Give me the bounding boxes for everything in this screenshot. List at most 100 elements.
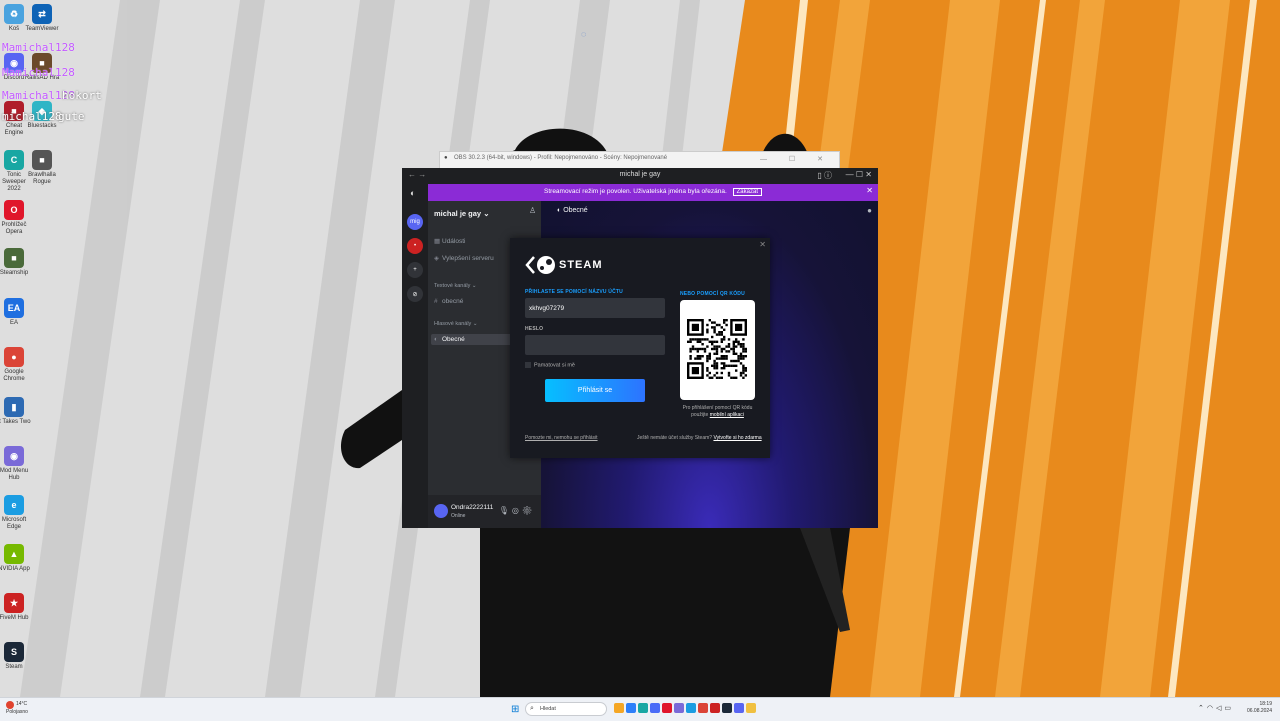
banner-message: Streamovací režim je povolen. Uživatelsk…: [544, 188, 727, 195]
taskbar-app-icon[interactable]: [722, 703, 732, 713]
user-controls[interactable]: 🎙◎⚙: [499, 506, 535, 515]
discord-titlebar: ← → michal je gay ▯ ⓘ — ☐ ✕: [402, 168, 878, 184]
taskbar-app-icon[interactable]: [674, 703, 684, 713]
overlay-word: gute: [58, 110, 85, 123]
overlay-username: Mamichal128: [2, 41, 75, 54]
wifi-icon[interactable]: ◠: [1207, 705, 1216, 712]
weather-icon: [6, 701, 14, 709]
taskbar-app-icon[interactable]: [686, 703, 696, 713]
close-icon[interactable]: ✕: [866, 186, 873, 195]
desktop-icon[interactable]: ■ Brawlhalla Rogue: [24, 150, 60, 186]
add-server-icon[interactable]: +: [407, 262, 423, 278]
desktop-icon-label: FiveM Hub: [0, 615, 29, 621]
desktop-icon[interactable]: EA EA: [0, 298, 32, 327]
desktop-icon[interactable]: ■ Steamship: [0, 248, 32, 277]
server-icon-second[interactable]: •: [407, 238, 423, 254]
desktop-icon-label: Mod Menu Hub: [0, 468, 29, 481]
desktop-icon-label: Steam: [5, 664, 23, 670]
steam-login-dialog: ✕ STEAM PŘIHLASTE SE POMOCÍ NÁZVU ÚČTU H…: [510, 238, 770, 458]
desktop-icon-label: Steamship: [0, 270, 29, 276]
streamer-mode-banner: Streamovací režim je povolen. Uživatelsk…: [428, 184, 878, 201]
taskbar-app-icon[interactable]: [638, 703, 648, 713]
overlay-username: michal128: [2, 110, 62, 123]
explore-servers-icon[interactable]: ⊘: [407, 286, 423, 302]
weather-temperature: 14°C: [16, 701, 28, 707]
chevron-up-icon[interactable]: ⌃: [1198, 705, 1207, 712]
taskbar-app-icon[interactable]: [734, 703, 744, 713]
taskbar-app-icon[interactable]: [614, 703, 624, 713]
channel-label: Obecné: [442, 336, 465, 343]
close-icon[interactable]: ✕: [759, 240, 766, 249]
search-placeholder: Hledat: [540, 706, 556, 712]
desktop-icon[interactable]: e Microsoft Edge: [0, 495, 32, 531]
desktop-app-icon: ★: [4, 593, 24, 613]
server-name-header[interactable]: michal je gay ⌄: [434, 209, 489, 218]
desktop-app-icon: ■: [32, 150, 52, 170]
clock[interactable]: 18:19 06.08.2024: [1247, 701, 1272, 715]
desktop-icon[interactable]: ▲ NVIDIA App: [0, 544, 32, 573]
taskbar-app-icon[interactable]: [746, 703, 756, 713]
headphones-icon[interactable]: ◎: [512, 506, 522, 515]
taskbar-app-icon[interactable]: [626, 703, 636, 713]
desktop-icon[interactable]: ★ FiveM Hub: [0, 593, 32, 622]
desktop-icon[interactable]: ◉ Mod Menu Hub: [0, 446, 32, 482]
desktop-icon-label: It Takes Two: [0, 419, 31, 425]
mobile-app-link[interactable]: mobilní aplikaci: [710, 412, 744, 418]
user-status: Online: [451, 513, 466, 519]
user-name: Ondra2222111: [451, 504, 494, 511]
create-account-link[interactable]: Vytvořte si ho zdarma: [713, 435, 761, 441]
desktop-icon-label: Brawlhalla Rogue: [28, 172, 56, 185]
steam-wordmark: STEAM: [559, 259, 603, 271]
desktop-icon-label: Prohlížeč Opera: [1, 222, 27, 235]
obs-app-icon: ●: [444, 155, 448, 161]
system-tray[interactable]: ⌃◠◁▭: [1198, 704, 1234, 712]
server-icon-michal[interactable]: mig: [407, 214, 423, 230]
chat-bubble-icon[interactable]: ●: [867, 206, 872, 215]
desktop-icon[interactable]: S Steam: [0, 642, 32, 671]
desktop-icon[interactable]: O Prohlížeč Opera: [0, 200, 32, 236]
clock-time: 18:19: [1259, 701, 1272, 707]
window-controls[interactable]: — ☐ ✕: [846, 170, 872, 179]
windows-start-icon[interactable]: ⊞: [511, 704, 519, 715]
desktop-icon[interactable]: ● Google Chrome: [0, 347, 32, 383]
desktop-app-icon: ■: [4, 248, 24, 268]
checkbox-box[interactable]: [525, 362, 531, 368]
taskbar-search[interactable]: ⌕ Hledat: [525, 702, 607, 716]
obs-window-title: OBS 30.2.3 (64-bit, windows) - Profil: N…: [454, 155, 668, 161]
taskbar-app-icon[interactable]: [698, 703, 708, 713]
user-icon[interactable]: ♙: [529, 206, 536, 215]
qr-code-label: NEBO POMOCÍ QR KÓDU: [680, 291, 745, 297]
password-input[interactable]: [525, 335, 665, 355]
channel-events[interactable]: ▦ Události: [434, 237, 465, 245]
server-list: ◐ mig • + ⊘: [402, 184, 428, 528]
desktop-app-icon: ◉: [4, 446, 24, 466]
desktop-app-icon: ⇄: [32, 4, 52, 24]
desktop-icon[interactable]: ⇄ TeamViewer: [24, 4, 60, 33]
channel-server-boost[interactable]: ◈ Vylepšení serveru: [434, 254, 494, 262]
qr-help-text: Pro přihlášení pomocí QR kódu použijte m…: [674, 405, 761, 419]
microphone-icon[interactable]: 🎙: [499, 506, 512, 515]
weather-widget[interactable]: 14°C Polojasno: [6, 701, 28, 715]
category-voice-channels[interactable]: Hlasové kanály ⌄: [434, 321, 477, 327]
battery-icon[interactable]: ▭: [1224, 705, 1234, 712]
account-name-input[interactable]: [525, 298, 665, 318]
avatar[interactable]: [434, 504, 448, 518]
obs-window-controls[interactable]: — ☐ ✕: [760, 155, 833, 163]
category-text-channels[interactable]: Textové kanály ⌄: [434, 283, 477, 289]
desktop-icon-label: Microsoft Edge: [1, 517, 27, 530]
taskbar-app-icon[interactable]: [710, 703, 720, 713]
taskbar-app-icon[interactable]: [650, 703, 660, 713]
remember-me-checkbox[interactable]: Pamatovat si mě: [525, 362, 575, 368]
disable-streamer-mode-button[interactable]: Zakázat: [732, 188, 762, 196]
help-cant-sign-in-link[interactable]: Pomozte mi, nemohu se přihlásit: [525, 435, 598, 441]
gear-icon[interactable]: ⚙: [522, 506, 535, 515]
channel-text-general[interactable]: # obecné: [434, 298, 463, 305]
obs-window[interactable]: ● OBS 30.2.3 (64-bit, windows) - Profil:…: [439, 151, 840, 169]
desktop-icon[interactable]: ▮ It Takes Two: [0, 397, 32, 426]
inbox-help-icons[interactable]: ▯ ⓘ: [817, 170, 832, 181]
no-account-label: Ještě nemáte účet služby Steam?: [637, 435, 713, 441]
taskbar-app-icon[interactable]: [662, 703, 672, 713]
discord-logo-icon[interactable]: ◐: [410, 188, 415, 198]
sign-in-button[interactable]: Přihlásit se: [545, 379, 645, 402]
weather-description: Polojasno: [6, 709, 28, 715]
